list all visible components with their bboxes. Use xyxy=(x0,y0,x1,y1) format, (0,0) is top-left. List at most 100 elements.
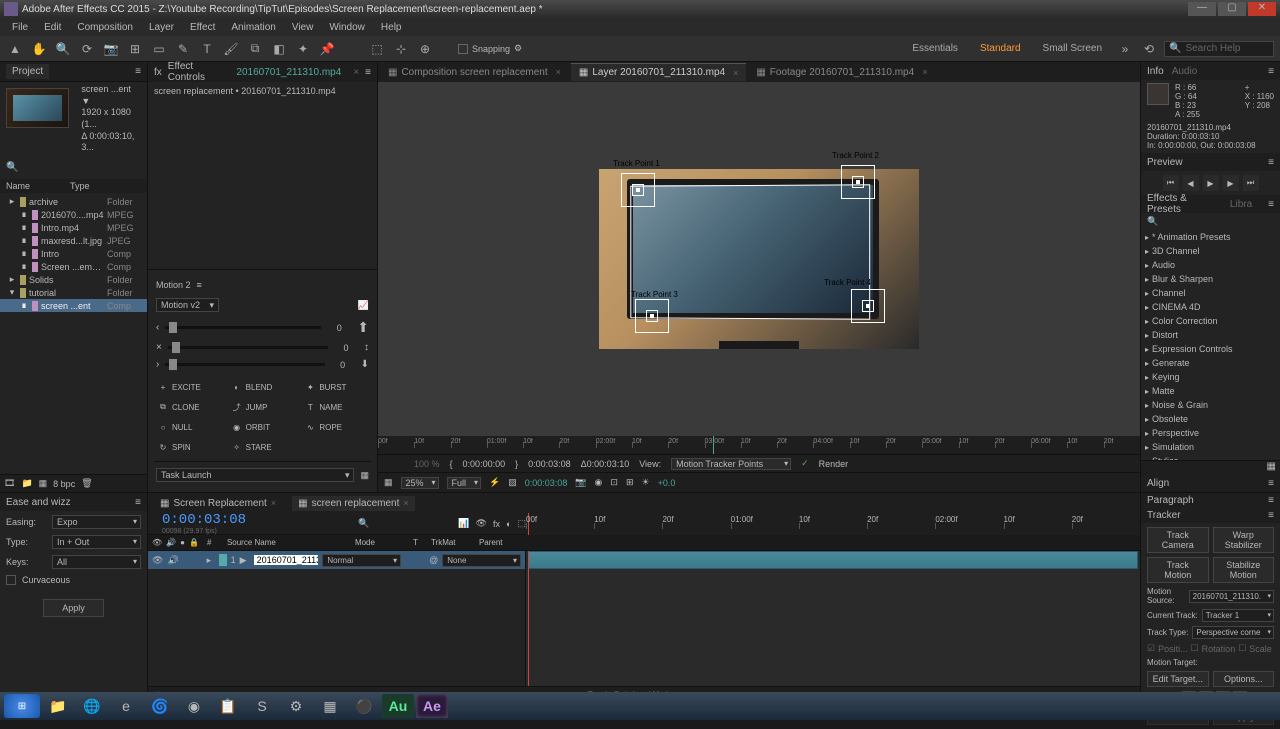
viewer-ruler[interactable]: 00f10f20f01:00f10f20f02:00f10f20f03:00f1… xyxy=(378,436,1140,454)
layer-row-1[interactable]: 👁🔊 ▸ 1 ▶ 20160701_211310.mp4 Normal @ No… xyxy=(148,551,525,569)
tree-row[interactable]: ∎Screen ...ementComp xyxy=(0,260,147,273)
track-point-1[interactable] xyxy=(621,173,655,207)
magnification-dropdown[interactable]: 25% xyxy=(401,477,439,489)
hdr-solo-icon[interactable]: ● xyxy=(180,538,185,547)
stabilize-motion-button[interactable]: Stabilize Motion xyxy=(1213,557,1275,583)
motion-action-jump[interactable]: ⤴JUMP xyxy=(228,399,298,415)
tl-shy-icon[interactable]: 👁 xyxy=(476,518,487,529)
effect-category[interactable]: ▸Obsolete xyxy=(1141,412,1280,426)
start-button[interactable]: ⊞ xyxy=(4,694,40,718)
local-axis-icon[interactable]: ⬚ xyxy=(368,40,386,58)
sync-icon[interactable]: ⟲ xyxy=(1140,40,1158,58)
effect-category[interactable]: ▸Generate xyxy=(1141,356,1280,370)
motion-slider-3[interactable]: ›0⬇ xyxy=(154,356,371,373)
snap-options-icon[interactable]: ⚙ xyxy=(514,43,522,54)
track-point-2[interactable] xyxy=(841,165,875,199)
menu-help[interactable]: Help xyxy=(373,20,410,35)
task-launch-go-icon[interactable]: ▦ xyxy=(360,470,369,481)
hdr-lock-icon[interactable]: 🔒 xyxy=(189,538,199,547)
project-search-icon[interactable]: 🔍 xyxy=(6,162,18,173)
delete-icon[interactable]: 🗑 xyxy=(81,478,92,489)
tree-row[interactable]: ∎2016070....mp4MPEG xyxy=(0,208,147,221)
effect-category[interactable]: ▸Distort xyxy=(1141,328,1280,342)
audition-taskbar-icon[interactable]: Au xyxy=(382,694,414,718)
region-icon[interactable]: ⊡ xyxy=(610,477,618,488)
libraries-tab[interactable]: Libra xyxy=(1230,199,1252,210)
rotate-tool-icon[interactable]: ⟳ xyxy=(78,40,96,58)
col-mode[interactable]: Mode xyxy=(355,538,405,547)
pen-tool-icon[interactable]: ✎ xyxy=(174,40,192,58)
paragraph-tab[interactable]: Paragraph xyxy=(1147,495,1194,506)
channel-icon[interactable]: ◉ xyxy=(595,477,603,488)
ease-type-dropdown[interactable]: In + Out xyxy=(52,535,141,549)
edit-target-button[interactable]: Edit Target... xyxy=(1147,671,1209,687)
preview-tab[interactable]: Preview xyxy=(1147,157,1183,168)
project-tab[interactable]: Project xyxy=(6,64,49,79)
hand-tool-icon[interactable]: ✋ xyxy=(30,40,48,58)
view-mode-dropdown[interactable]: Motion Tracker Points xyxy=(671,458,791,470)
menu-file[interactable]: File xyxy=(4,20,36,35)
workspace-menu-icon[interactable]: » xyxy=(1116,40,1134,58)
motion-action-clone[interactable]: ⧉CLONE xyxy=(154,399,224,415)
viewport[interactable]: Track Point 1 Track Point 2 Track Point … xyxy=(378,82,1140,436)
tab-close-icon[interactable]: × xyxy=(271,498,276,508)
effect-controls-tab[interactable]: Effect Controls xyxy=(168,61,231,83)
align-tab[interactable]: Align xyxy=(1147,478,1169,489)
current-track-dropdown[interactable]: Tracker 1 xyxy=(1202,609,1274,622)
motion-action-null[interactable]: ○NULL xyxy=(154,419,224,435)
tree-row[interactable]: ▾tutorialFolder xyxy=(0,286,147,299)
viewer-time[interactable]: 0:00:03:08 xyxy=(525,478,568,488)
guides-icon[interactable]: ⊞ xyxy=(626,477,634,488)
prev-frame-button[interactable]: ◀ xyxy=(1183,175,1199,191)
motion-preset-dropdown[interactable]: Motion v2 xyxy=(156,298,219,312)
timeline-tab[interactable]: ▦screen replacement× xyxy=(292,496,415,511)
tl-fx-icon[interactable]: fx xyxy=(493,519,500,529)
workspace-standard[interactable]: Standard xyxy=(972,41,1029,56)
hdr-audio-icon[interactable]: 🔊 xyxy=(166,538,176,547)
timeline-playhead-track[interactable] xyxy=(528,551,529,686)
viewer-tab[interactable]: ▦Composition screen replacement× xyxy=(380,64,569,81)
skype-taskbar-icon[interactable]: S xyxy=(246,694,278,718)
effect-category[interactable]: ▸Perspective xyxy=(1141,426,1280,440)
layer-parent-pick-icon[interactable]: @ xyxy=(429,555,438,565)
tree-row[interactable]: ▸archiveFolder xyxy=(0,195,147,208)
effect-category[interactable]: ▸Audio xyxy=(1141,258,1280,272)
menu-composition[interactable]: Composition xyxy=(69,20,141,35)
tracker-options-button[interactable]: Options... xyxy=(1213,671,1275,687)
workspace-small-screen[interactable]: Small Screen xyxy=(1035,41,1110,56)
timeline-ruler[interactable]: 00f10f20f01:00f10f20f02:00f10f20f03:00f xyxy=(526,513,1140,535)
ie-taskbar-icon[interactable]: e xyxy=(110,694,142,718)
motion-menu-icon[interactable]: ≡ xyxy=(197,280,202,290)
ease-menu-icon[interactable]: ≡ xyxy=(135,497,141,508)
minimize-button[interactable]: — xyxy=(1188,2,1216,16)
effects-menu-icon[interactable]: ≡ xyxy=(1268,199,1274,210)
track-point-4[interactable] xyxy=(851,289,885,323)
alpha-icon[interactable]: ▦ xyxy=(384,477,393,488)
tab-close-icon[interactable]: × xyxy=(556,67,561,77)
pan-behind-tool-icon[interactable]: ⊞ xyxy=(126,40,144,58)
tree-row[interactable]: ∎maxresd...lt.jpgJPEG xyxy=(0,234,147,247)
motion-action-rope[interactable]: ∿ROPE xyxy=(301,419,371,435)
menu-view[interactable]: View xyxy=(284,20,322,35)
motion-slider-1[interactable]: ‹0⬆ xyxy=(154,316,371,339)
puppet-tool-icon[interactable]: 📌 xyxy=(318,40,336,58)
tab-close-icon[interactable]: × xyxy=(733,68,738,78)
tree-row[interactable]: ▸SolidsFolder xyxy=(0,273,147,286)
world-axis-icon[interactable]: ⊹ xyxy=(392,40,410,58)
exposure-value[interactable]: +0.0 xyxy=(658,478,676,488)
effect-category[interactable]: ▸Channel xyxy=(1141,286,1280,300)
para-menu-icon[interactable]: ≡ xyxy=(1268,495,1274,506)
tl-mb-icon[interactable]: ◐ xyxy=(506,519,511,529)
exposure-icon[interactable]: ☀ xyxy=(642,477,650,488)
tracker-menu-icon[interactable]: ≡ xyxy=(1268,510,1274,521)
effect-category[interactable]: ▸Matte xyxy=(1141,384,1280,398)
track-motion-button[interactable]: Track Motion xyxy=(1147,557,1209,583)
layer-parent-dropdown[interactable]: None xyxy=(442,554,521,567)
audio-tab[interactable]: Audio xyxy=(1172,66,1198,77)
easing-dropdown[interactable]: Expo xyxy=(52,515,141,529)
info-menu-icon[interactable]: ≡ xyxy=(1268,66,1274,77)
layer-name[interactable]: 20160701_211310.mp4 xyxy=(254,555,319,565)
menu-animation[interactable]: Animation xyxy=(223,20,283,35)
info-tab[interactable]: Info xyxy=(1147,66,1164,77)
next-frame-button[interactable]: ▶ xyxy=(1223,175,1239,191)
